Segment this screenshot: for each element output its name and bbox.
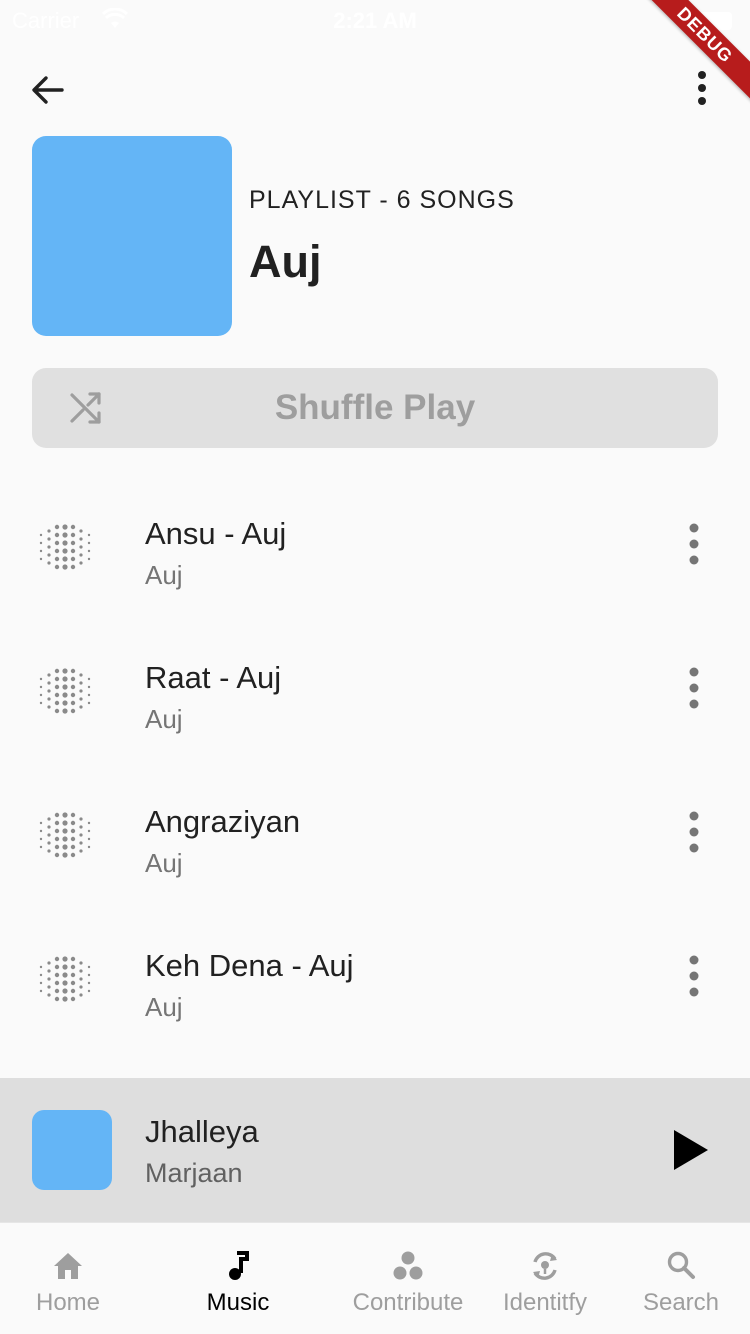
nav-search[interactable]: Search bbox=[620, 1223, 742, 1334]
song-more-icon[interactable] bbox=[672, 658, 716, 718]
song-artist: Auj bbox=[145, 704, 183, 734]
nav-music-label: Music bbox=[206, 1289, 270, 1316]
song-artist: Auj bbox=[145, 992, 183, 1022]
nav-home-label: Home bbox=[35, 1289, 101, 1316]
song-more-icon[interactable] bbox=[672, 802, 716, 862]
song-title: Keh Dena - Auj bbox=[145, 948, 354, 983]
song-placeholder-icon bbox=[39, 956, 91, 1002]
identify-icon bbox=[533, 1252, 557, 1280]
status-bar: Carrier 2:21 AM bbox=[0, 0, 750, 40]
now-playing-artist: Marjaan bbox=[145, 1158, 243, 1188]
song-item[interactable]: Ansu - Auj Auj bbox=[0, 502, 750, 646]
nav-music[interactable]: Music bbox=[170, 1223, 306, 1334]
now-playing-cover bbox=[32, 1110, 112, 1190]
music-note-icon bbox=[229, 1251, 249, 1280]
song-item[interactable]: Raat - Auj Auj bbox=[0, 646, 750, 790]
song-title: Ansu - Auj bbox=[145, 516, 287, 551]
nav-search-label: Search bbox=[642, 1289, 720, 1316]
clock: 2:21 AM bbox=[333, 8, 417, 33]
nav-contribute-label: Contribute bbox=[352, 1289, 464, 1316]
bottom-navigation: Home Music Contribute Identitfy Search bbox=[0, 1222, 750, 1334]
song-more-icon[interactable] bbox=[672, 946, 716, 1006]
group-dots-icon bbox=[393, 1251, 423, 1280]
nav-home[interactable]: Home bbox=[0, 1223, 136, 1334]
playlist-cover bbox=[32, 136, 232, 336]
song-title: Angraziyan bbox=[145, 804, 301, 839]
playlist-subtitle: PLAYLIST - 6 SONGS bbox=[249, 186, 515, 214]
now-playing-title: Jhalleya bbox=[145, 1114, 259, 1149]
shuffle-play-button[interactable]: Shuffle Play bbox=[32, 368, 718, 448]
more-options-button[interactable] bbox=[678, 62, 726, 114]
song-placeholder-icon bbox=[39, 812, 91, 858]
shuffle-play-label: Shuffle Play bbox=[274, 388, 476, 427]
playlist-title: Auj bbox=[249, 236, 322, 287]
back-button[interactable] bbox=[22, 64, 74, 116]
song-artist: Auj bbox=[145, 560, 183, 590]
play-icon[interactable] bbox=[664, 1124, 716, 1176]
nav-identify-label: Identitfy bbox=[502, 1289, 588, 1316]
song-title: Raat - Auj bbox=[145, 660, 282, 695]
song-placeholder-icon bbox=[39, 668, 91, 714]
mini-player[interactable]: Jhalleya Marjaan bbox=[0, 1078, 750, 1222]
song-item[interactable]: Keh Dena - Auj Auj bbox=[0, 934, 750, 1078]
nav-identify[interactable]: Identitfy bbox=[480, 1223, 610, 1334]
nav-contribute[interactable]: Contribute bbox=[330, 1223, 486, 1334]
song-placeholder-icon bbox=[39, 524, 91, 570]
arrow-back-icon bbox=[32, 76, 64, 104]
song-artist: Auj bbox=[145, 848, 183, 878]
home-icon bbox=[54, 1253, 82, 1279]
more-vertical-icon bbox=[698, 71, 706, 105]
song-item[interactable]: Angraziyan Auj bbox=[0, 790, 750, 934]
song-more-icon[interactable] bbox=[672, 514, 716, 574]
search-icon bbox=[667, 1251, 695, 1279]
